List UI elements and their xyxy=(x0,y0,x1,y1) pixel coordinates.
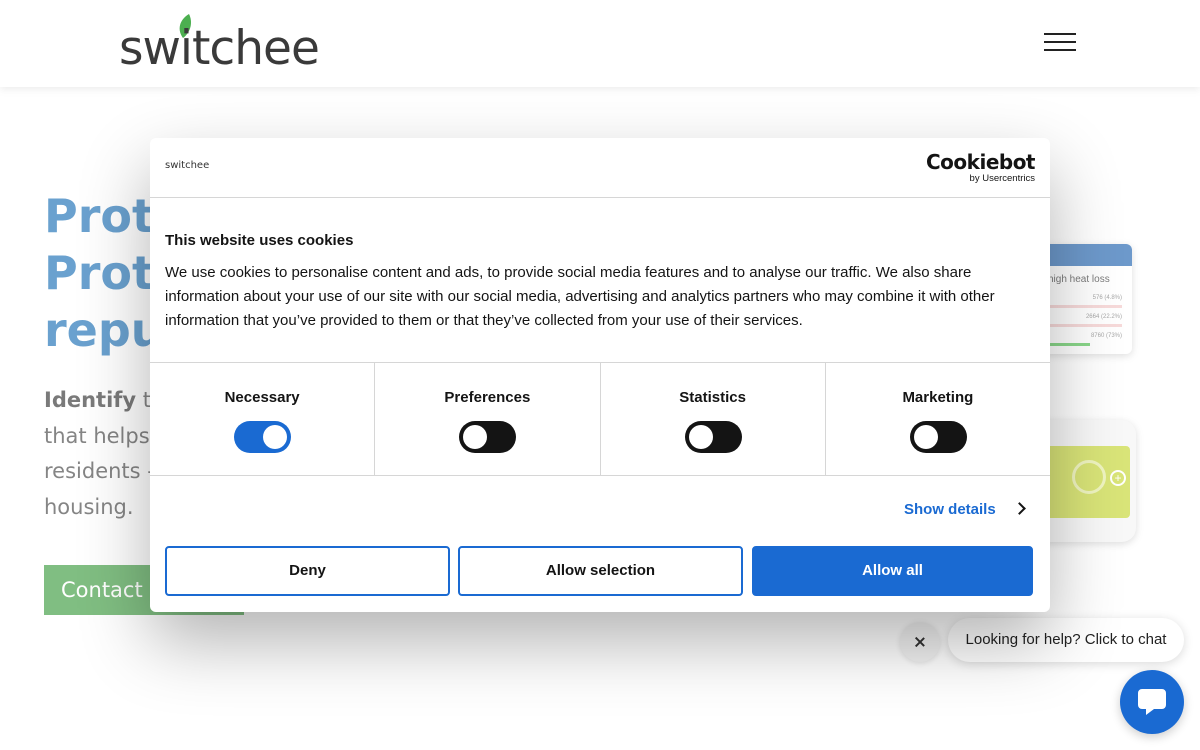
category-label: Statistics xyxy=(679,389,746,406)
logo-text: switchee xyxy=(119,21,320,76)
category-necessary: Necessary xyxy=(150,363,376,475)
cookie-consent-dialog: switchee Cookiebot by Usercentrics This … xyxy=(150,138,1050,612)
statistics-toggle[interactable] xyxy=(684,421,742,453)
chat-prompt-bubble[interactable]: Looking for help? Click to chat xyxy=(948,618,1184,662)
cookie-dialog-text: We use cookies to personalise content an… xyxy=(165,264,995,329)
chat-icon xyxy=(1138,689,1166,715)
site-header: switchee xyxy=(0,0,1200,87)
allow-selection-button[interactable]: Allow selection xyxy=(458,546,743,596)
hamburger-menu-icon[interactable] xyxy=(1044,33,1076,55)
show-details-link[interactable]: Show details xyxy=(904,501,996,518)
marketing-toggle[interactable] xyxy=(909,421,967,453)
allow-all-button[interactable]: Allow all xyxy=(752,546,1033,596)
cookiebot-logo[interactable]: Cookiebot by Usercentrics xyxy=(926,150,1036,184)
close-chat-prompt-icon[interactable] xyxy=(900,622,940,662)
category-marketing: Marketing xyxy=(826,363,1050,475)
preferences-toggle[interactable] xyxy=(459,421,517,453)
necessary-toggle[interactable] xyxy=(234,421,292,453)
cookie-dialog-header: switchee Cookiebot by Usercentrics xyxy=(150,138,1050,198)
category-statistics: Statistics xyxy=(601,363,826,475)
category-label: Necessary xyxy=(224,389,300,406)
switchee-logo[interactable]: switchee xyxy=(119,14,324,74)
cookie-categories: Necessary Preferences Statistics Marketi… xyxy=(150,362,1050,476)
deny-button[interactable]: Deny xyxy=(165,546,450,596)
chevron-right-icon[interactable] xyxy=(1013,502,1026,515)
category-preferences: Preferences xyxy=(375,363,601,475)
site-logo: switchee xyxy=(165,160,210,171)
cookiebot-name: Cookiebot xyxy=(926,150,1036,174)
chat-launcher-button[interactable] xyxy=(1120,670,1184,734)
category-label: Marketing xyxy=(902,389,974,406)
cookie-dialog-title: This website uses cookies xyxy=(165,232,354,249)
cookiebot-subtitle: by Usercentrics xyxy=(969,173,1035,184)
category-label: Preferences xyxy=(444,389,531,406)
